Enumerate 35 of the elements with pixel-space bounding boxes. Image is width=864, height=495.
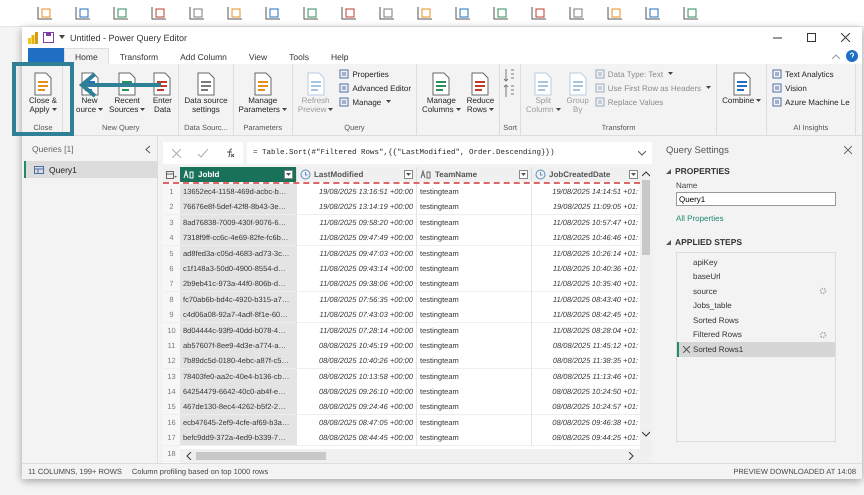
section-heading: APPLIED STEPS: [675, 237, 742, 247]
all-properties-link[interactable]: All Properties: [676, 214, 852, 223]
ribbon-button[interactable]: Manage Parameters: [236, 66, 289, 123]
applied-step[interactable]: Filtered Rows: [677, 328, 835, 342]
column-header[interactable]: JobCreatedDate: [532, 167, 640, 182]
ribbon-button[interactable]: Recent Sources: [107, 66, 148, 123]
ribbon-button[interactable]: Reduce Rows: [464, 66, 496, 123]
window-title: Untitled - Power Query Editor: [70, 32, 188, 42]
section-heading: PROPERTIES: [675, 166, 730, 176]
name-field[interactable]: Query1: [676, 192, 836, 206]
ribbon-button[interactable]: Properties: [337, 68, 414, 80]
applied-step[interactable]: apiKey: [677, 255, 835, 270]
ribbon-button[interactable]: Advanced Editor: [337, 82, 414, 94]
column-header[interactable]: JobId: [180, 167, 297, 182]
applied-step[interactable]: Sorted Rows: [677, 313, 835, 328]
ribbon-button[interactable]: Close & Apply: [27, 66, 60, 123]
ribbon-button[interactable]: Azure Machine Le: [770, 96, 852, 108]
ribbon-button[interactable]: Data source settings: [182, 66, 230, 123]
applied-step[interactable]: source: [677, 284, 835, 298]
applied-step[interactable]: Sorted Rows1: [677, 342, 835, 356]
ribbon-button[interactable]: Text Analytics: [770, 68, 852, 80]
column-header[interactable]: TeamName: [417, 167, 532, 182]
ribbon-button[interactable]: Manage: [337, 96, 414, 108]
field-label: Name: [676, 181, 698, 190]
ribbon-button[interactable]: Combine: [720, 66, 764, 123]
column-header[interactable]: LastModified: [297, 167, 417, 182]
ribbon-button[interactable]: Manage Columns: [420, 66, 463, 123]
ribbon-button[interactable]: Vision: [770, 82, 852, 94]
applied-step[interactable]: Jobs_table: [677, 298, 835, 313]
ribbon-tab[interactable]: Home: [64, 48, 109, 64]
query-item[interactable]: Query1: [24, 161, 157, 178]
ribbon-button[interactable]: Enter Data: [149, 66, 176, 123]
applied-step[interactable]: baseUrl: [677, 270, 835, 284]
queries-title: Queries [1]: [32, 144, 74, 154]
panel-title: Query Settings: [666, 144, 729, 156]
